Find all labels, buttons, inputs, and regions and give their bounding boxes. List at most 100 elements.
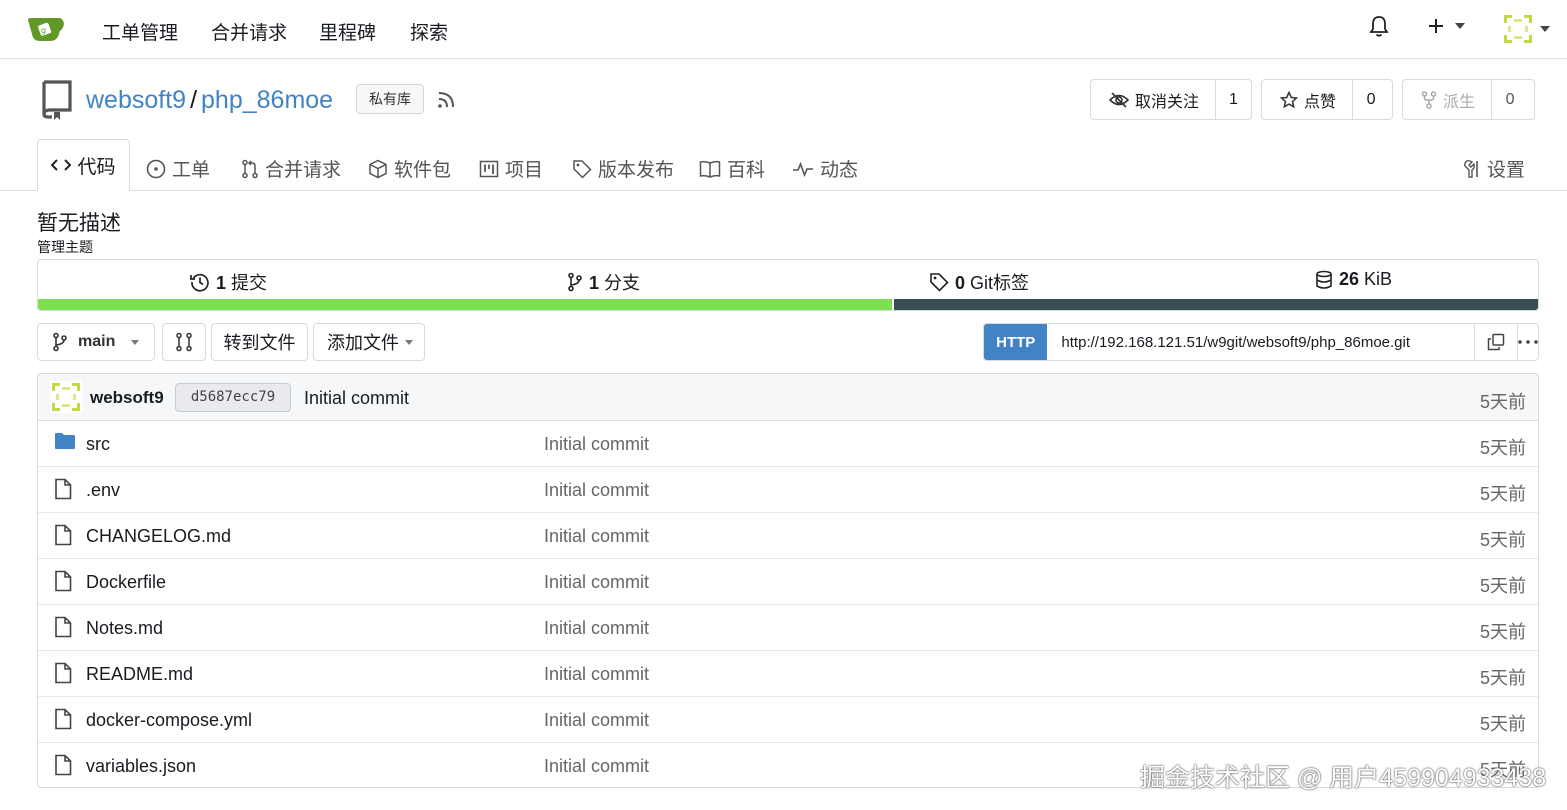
code-icon (51, 159, 72, 171)
commit-author[interactable]: websoft9 (90, 388, 164, 408)
clone-more-button[interactable] (1518, 324, 1538, 360)
tab-releases-label: 版本发布 (598, 160, 675, 181)
file-commit-time: 5天前 (1479, 484, 1526, 504)
file-icon (54, 708, 72, 735)
file-row: .env Initial commit 5天前 (38, 467, 1538, 513)
commit-message[interactable]: Initial commit (304, 388, 409, 409)
file-commit-time: 5天前 (1479, 438, 1526, 458)
manage-topics-link[interactable]: 管理主题 (37, 237, 93, 257)
file-icon (54, 570, 72, 597)
svg-text:g: g (41, 26, 46, 35)
repo-separator: / (190, 86, 198, 114)
file-commit-message[interactable]: Initial commit (544, 664, 649, 685)
tab-projects-label: 项目 (505, 160, 544, 181)
avatar[interactable] (50, 381, 82, 413)
tab-packages[interactable]: 软件包 (368, 155, 451, 182)
branches-count: 1 (589, 273, 600, 293)
http-protocol-button[interactable]: HTTP (984, 324, 1048, 360)
nav-explore[interactable]: 探索 (410, 18, 448, 45)
copy-url-button[interactable] (1475, 324, 1518, 360)
fork-button[interactable]: 派生 (1403, 80, 1493, 119)
gitea-logo-icon[interactable]: g (26, 14, 64, 44)
file-name-link[interactable]: .env (86, 480, 120, 501)
notification-bell-icon[interactable] (1368, 14, 1390, 43)
file-row: CHANGELOG.md Initial commit 5天前 (38, 513, 1538, 559)
package-icon (369, 159, 387, 178)
history-icon (190, 273, 209, 292)
file-commit-message[interactable]: Initial commit (544, 710, 649, 731)
file-row: Dockerfile Initial commit 5天前 (38, 559, 1538, 605)
nav-milestones[interactable]: 里程碑 (319, 18, 376, 45)
language-bar[interactable] (38, 299, 1538, 310)
file-icon (54, 524, 72, 551)
file-commit-message[interactable]: Initial commit (544, 526, 649, 547)
rss-icon[interactable] (436, 90, 456, 115)
tab-code[interactable]: 代码 (37, 139, 130, 191)
plus-icon (1429, 19, 1443, 33)
commit-sha-button[interactable]: d5687ecc79 (175, 383, 291, 412)
repo-owner-link[interactable]: websoft9 (86, 86, 186, 114)
add-file-button[interactable]: 添加文件 (313, 323, 425, 361)
file-name-link[interactable]: README.md (86, 664, 193, 685)
file-icon (54, 478, 72, 505)
file-commit-message[interactable]: Initial commit (544, 480, 649, 501)
kebab-horizontal-icon (1518, 340, 1538, 344)
watch-count[interactable]: 1 (1216, 80, 1251, 119)
goto-file-button[interactable]: 转到文件 (211, 323, 308, 361)
caret-down-icon (1455, 23, 1465, 29)
file-commit-time: 5天前 (1479, 576, 1526, 596)
fork-icon (1421, 90, 1437, 109)
eye-slash-icon (1109, 91, 1129, 108)
branch-icon (53, 332, 67, 352)
branches-stat[interactable]: 1 分支 (567, 269, 640, 295)
language-segment[interactable] (891, 299, 1538, 310)
file-name-link[interactable]: Dockerfile (86, 572, 166, 593)
repo-name-link[interactable]: php_86moe (201, 86, 333, 114)
size-stat: 26 KiB (1315, 269, 1392, 290)
branch-selector[interactable]: main (37, 323, 155, 361)
commits-stat[interactable]: 1 提交 (190, 269, 267, 295)
fork-count[interactable]: 0 (1492, 80, 1528, 119)
caret-down-icon (405, 339, 413, 345)
nav-pulls[interactable]: 合并请求 (211, 18, 287, 45)
tab-releases[interactable]: 版本发布 (572, 155, 674, 182)
pull-request-icon (242, 159, 258, 178)
user-avatar-menu[interactable] (1502, 13, 1550, 45)
tag-icon (930, 273, 949, 292)
create-new-menu[interactable] (1427, 17, 1465, 35)
tab-wiki[interactable]: 百科 (699, 155, 765, 182)
tab-pulls-label: 合并请求 (265, 160, 342, 181)
size-value: 26 (1339, 269, 1360, 289)
branch-name: main (78, 333, 116, 350)
nav-issues[interactable]: 工单管理 (102, 18, 178, 45)
unwatch-button[interactable]: 取消关注 (1091, 80, 1217, 119)
file-commit-message[interactable]: Initial commit (544, 618, 649, 639)
language-segment[interactable] (38, 299, 892, 310)
tab-projects[interactable]: 项目 (479, 155, 543, 182)
unwatch-label: 取消关注 (1135, 93, 1200, 111)
file-name-link[interactable]: src (86, 434, 110, 455)
file-name-link[interactable]: Notes.md (86, 618, 163, 639)
add-file-label: 添加文件 (327, 333, 399, 353)
file-commit-message[interactable]: Initial commit (544, 572, 649, 593)
file-name-link[interactable]: variables.json (86, 756, 196, 777)
repo-description: 暂无描述 (37, 212, 121, 235)
fork-button-group: 派生 0 (1402, 79, 1535, 120)
tab-pulls[interactable]: 合并请求 (241, 155, 341, 182)
file-commit-message[interactable]: Initial commit (544, 756, 649, 777)
tab-issues[interactable]: 工单 (146, 155, 210, 182)
compare-button[interactable] (162, 323, 206, 361)
tab-settings[interactable]: 设置 (1463, 155, 1525, 182)
file-name-link[interactable]: CHANGELOG.md (86, 526, 231, 547)
file-icon (54, 662, 72, 689)
star-button[interactable]: 点赞 (1262, 80, 1354, 119)
file-commit-message[interactable]: Initial commit (544, 434, 649, 455)
tab-activity[interactable]: 动态 (792, 155, 858, 182)
file-icon (54, 616, 72, 643)
caret-down-icon (131, 339, 140, 345)
star-count[interactable]: 0 (1353, 80, 1389, 119)
file-row: src Initial commit 5天前 (38, 421, 1538, 467)
tags-stat[interactable]: 0 Git标签 (929, 269, 1029, 295)
clone-url-input[interactable]: http://192.168.121.51/w9git/websoft9/php… (1047, 324, 1475, 360)
file-name-link[interactable]: docker-compose.yml (86, 710, 252, 731)
